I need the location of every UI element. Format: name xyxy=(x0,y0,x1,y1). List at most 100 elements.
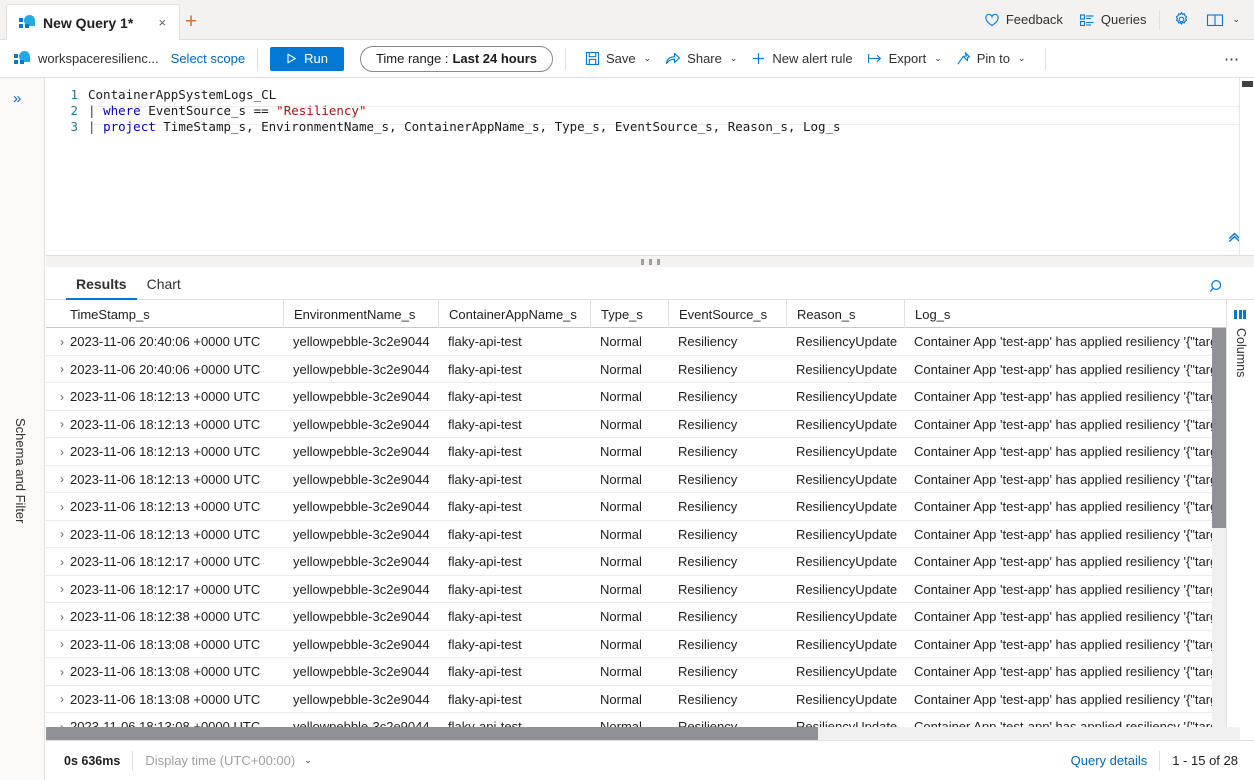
run-button[interactable]: Run xyxy=(270,47,344,71)
tab-chart[interactable]: Chart xyxy=(137,276,191,299)
code-line[interactable]: 2| where EventSource_s == "Resiliency" xyxy=(46,102,366,118)
workspace-scope[interactable]: workspaceresilienc... xyxy=(0,51,159,67)
table-row[interactable]: ›2023-11-06 18:13:08 +0000 UTCyellowpebb… xyxy=(46,658,1226,686)
cell-Type_s: Normal xyxy=(590,686,668,714)
table-row[interactable]: ›2023-11-06 18:12:13 +0000 UTCyellowpebb… xyxy=(46,411,1226,439)
table-row[interactable]: ›2023-11-06 20:40:06 +0000 UTCyellowpebb… xyxy=(46,356,1226,384)
log-analytics-app: New Query 1* × + Feedback xyxy=(0,0,1254,780)
table-row[interactable]: ›2023-11-06 18:12:17 +0000 UTCyellowpebb… xyxy=(46,548,1226,576)
plus-icon xyxy=(751,51,766,66)
pane-splitter[interactable] xyxy=(46,256,1254,267)
time-range-picker[interactable]: Time range : Last 24 hours xyxy=(360,46,553,72)
cell-EnvironmentName_s: yellowpebble-3c2e9044 xyxy=(283,383,438,411)
new-tab-button[interactable]: + xyxy=(178,9,204,35)
cell-Log_s: Container App 'test-app' has applied res… xyxy=(904,466,1226,494)
cell-EnvironmentName_s: yellowpebble-3c2e9044 xyxy=(283,631,438,659)
more-commands-button[interactable]: ⋯ xyxy=(1224,50,1240,68)
editor-scrollbar-thumb[interactable] xyxy=(1242,81,1253,87)
command-divider-2 xyxy=(565,48,566,70)
save-label: Save xyxy=(606,51,636,66)
queries-button[interactable]: Queries xyxy=(1071,7,1155,33)
code-line[interactable]: 1ContainerAppSystemLogs_CL xyxy=(46,86,276,102)
close-icon[interactable]: × xyxy=(151,12,173,34)
select-scope-link[interactable]: Select scope xyxy=(171,51,245,66)
tab-title: New Query 1* xyxy=(43,15,133,31)
table-row[interactable]: ›2023-11-06 18:12:13 +0000 UTCyellowpebb… xyxy=(46,493,1226,521)
tab-new-query-1[interactable]: New Query 1* × xyxy=(6,4,180,40)
cell-TimeStamp_s: 2023-11-06 18:12:13 +0000 UTC xyxy=(60,411,297,439)
cell-TimeStamp_s: 2023-11-06 18:12:13 +0000 UTC xyxy=(60,493,297,521)
tab-results[interactable]: Results xyxy=(66,276,137,299)
table-row[interactable]: ›2023-11-06 18:13:08 +0000 UTCyellowpebb… xyxy=(46,686,1226,714)
table-row[interactable]: ›2023-11-06 18:12:13 +0000 UTCyellowpebb… xyxy=(46,521,1226,549)
pin-to-button[interactable]: Pin to ⌄ xyxy=(949,47,1033,70)
cell-ContainerAppName_s: flaky-api-test xyxy=(438,658,590,686)
grid-horizontal-scrollbar[interactable] xyxy=(46,727,1226,740)
column-header-EnvironmentName_s[interactable]: EnvironmentName_s xyxy=(283,300,438,328)
export-button[interactable]: Export ⌄ xyxy=(860,47,949,70)
save-button[interactable]: Save ⌄ xyxy=(578,47,658,70)
table-row[interactable]: ›2023-11-06 18:12:13 +0000 UTCyellowpebb… xyxy=(46,438,1226,466)
workspace-icon xyxy=(14,51,30,67)
table-row[interactable]: ›2023-11-06 18:12:38 +0000 UTCyellowpebb… xyxy=(46,603,1226,631)
query-editor[interactable]: 1ContainerAppSystemLogs_CL2| where Event… xyxy=(46,78,1254,256)
schema-and-filter-tab[interactable]: Schema and Filter xyxy=(13,418,28,524)
code-text: | where EventSource_s == "Resiliency" xyxy=(88,103,366,118)
cell-TimeStamp_s: 2023-11-06 18:13:08 +0000 UTC xyxy=(60,631,297,659)
display-time-label: Display time (UTC+00:00) xyxy=(145,753,295,768)
grid-horizontal-scrollbar-thumb[interactable] xyxy=(46,727,818,740)
columns-tab[interactable]: Columns xyxy=(1234,328,1248,377)
table-row[interactable]: ›2023-11-06 18:13:08 +0000 UTCyellowpebb… xyxy=(46,631,1226,659)
cell-ContainerAppName_s: flaky-api-test xyxy=(438,438,590,466)
cell-Type_s: Normal xyxy=(590,411,668,439)
cell-EventSource_s: Resiliency xyxy=(668,576,786,604)
editor-scrollbar[interactable] xyxy=(1240,78,1254,255)
cell-TimeStamp_s: 2023-11-06 18:12:13 +0000 UTC xyxy=(60,521,297,549)
table-row[interactable]: ›2023-11-06 18:12:13 +0000 UTCyellowpebb… xyxy=(46,466,1226,494)
header-divider xyxy=(1159,10,1160,30)
table-row[interactable]: ›2023-11-06 18:12:13 +0000 UTCyellowpebb… xyxy=(46,383,1226,411)
cell-EnvironmentName_s: yellowpebble-3c2e9044 xyxy=(283,411,438,439)
table-row[interactable]: ›2023-11-06 20:40:06 +0000 UTCyellowpebb… xyxy=(46,328,1226,356)
column-header-Reason_s[interactable]: Reason_s xyxy=(786,300,904,328)
cell-TimeStamp_s: 2023-11-06 20:40:06 +0000 UTC xyxy=(60,328,297,356)
columns-icon xyxy=(1234,310,1246,319)
cell-ContainerAppName_s: flaky-api-test xyxy=(438,356,590,384)
table-row[interactable]: ›2023-11-06 18:12:17 +0000 UTCyellowpebb… xyxy=(46,576,1226,604)
results-pane: Results Chart TimeStamp_sEnvironmentName… xyxy=(46,267,1254,740)
cell-Reason_s: ResiliencyUpdate xyxy=(786,411,904,439)
share-button[interactable]: Share ⌄ xyxy=(658,47,744,70)
search-icon[interactable] xyxy=(1209,278,1226,295)
code-line[interactable]: 3| project TimeStamp_s, EnvironmentName_… xyxy=(46,118,841,134)
settings-button[interactable] xyxy=(1165,6,1198,33)
cell-EventSource_s: Resiliency xyxy=(668,603,786,631)
new-alert-rule-button[interactable]: New alert rule xyxy=(744,47,859,70)
cell-TimeStamp_s: 2023-11-06 20:40:06 +0000 UTC xyxy=(60,356,297,384)
command-bar: workspaceresilienc... Select scope Run T… xyxy=(0,40,1254,78)
feedback-button[interactable]: Feedback xyxy=(976,7,1071,33)
column-header-ContainerAppName_s[interactable]: ContainerAppName_s xyxy=(438,300,590,328)
query-details-link[interactable]: Query details xyxy=(1071,753,1148,768)
column-header-TimeStamp_s[interactable]: TimeStamp_s xyxy=(60,300,297,328)
cell-Reason_s: ResiliencyUpdate xyxy=(786,493,904,521)
cell-TimeStamp_s: 2023-11-06 18:12:13 +0000 UTC xyxy=(60,438,297,466)
help-button[interactable]: ⌄ xyxy=(1198,7,1248,33)
cell-ContainerAppName_s: flaky-api-test xyxy=(438,383,590,411)
grid-vertical-scrollbar[interactable] xyxy=(1212,328,1226,740)
cell-TimeStamp_s: 2023-11-06 18:12:13 +0000 UTC xyxy=(60,466,297,494)
display-time-selector[interactable]: Display time (UTC+00:00) ⌄ xyxy=(145,753,311,768)
column-header-EventSource_s[interactable]: EventSource_s xyxy=(668,300,786,328)
expand-sidebar-icon[interactable]: » xyxy=(13,90,21,107)
cell-Log_s: Container App 'test-app' has applied res… xyxy=(904,493,1226,521)
cell-Reason_s: ResiliencyUpdate xyxy=(786,356,904,384)
code-text: ContainerAppSystemLogs_CL xyxy=(88,87,276,102)
grid-vertical-scrollbar-thumb[interactable] xyxy=(1212,328,1226,528)
line-number: 1 xyxy=(46,87,88,102)
cell-EventSource_s: Resiliency xyxy=(668,521,786,549)
export-icon xyxy=(867,51,883,66)
column-header-Log_s[interactable]: Log_s xyxy=(904,300,1226,328)
cell-ContainerAppName_s: flaky-api-test xyxy=(438,493,590,521)
cell-EventSource_s: Resiliency xyxy=(668,493,786,521)
gear-icon xyxy=(1173,11,1190,28)
column-header-Type_s[interactable]: Type_s xyxy=(590,300,668,328)
